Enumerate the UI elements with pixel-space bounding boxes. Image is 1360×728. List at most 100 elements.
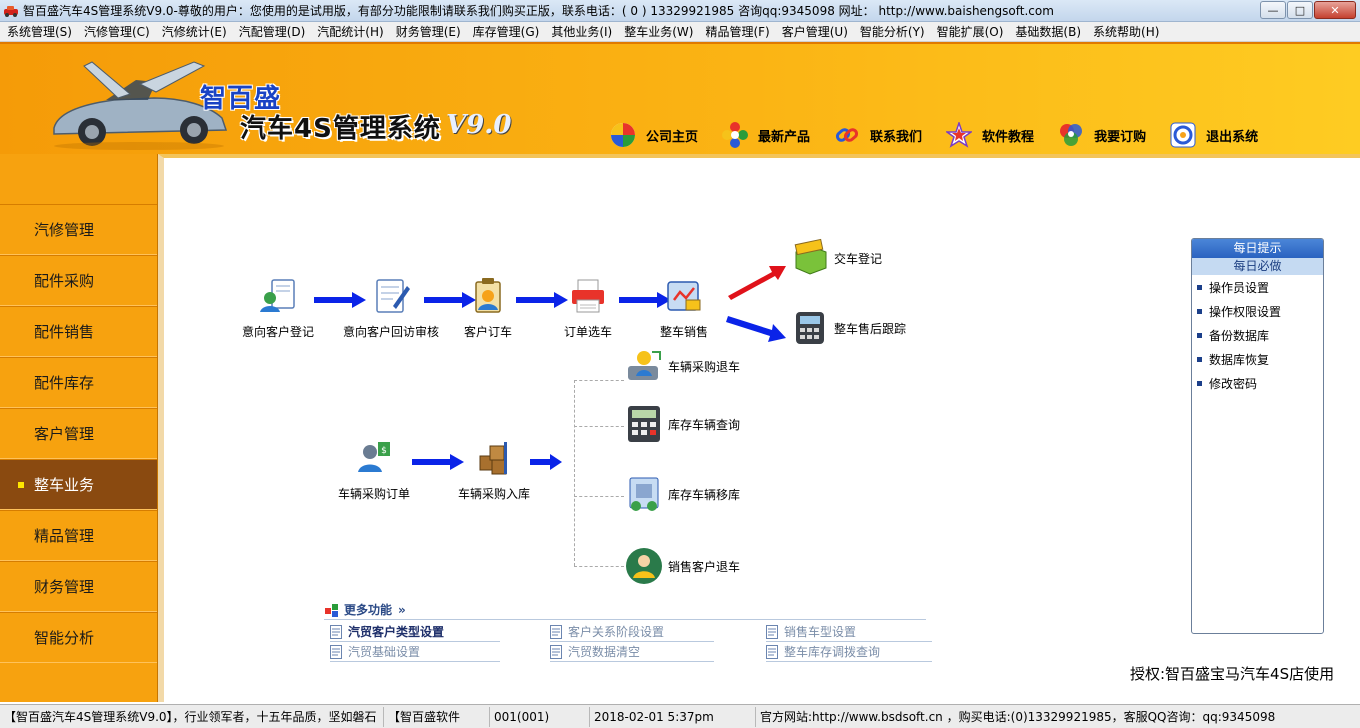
sidebar-item-parts-inventory[interactable]: 配件库存 — [0, 357, 157, 408]
sidebar-item-customer[interactable]: 客户管理 — [0, 408, 157, 459]
workflow-order-select-car[interactable]: 订单选车 — [558, 276, 618, 340]
menu-help[interactable]: 系统帮助(H) — [1086, 23, 1164, 40]
more-functions-header[interactable]: 更多功能 » — [324, 600, 926, 620]
flow-arrow-6 — [530, 454, 562, 470]
menu-finance[interactable]: 财务管理(E) — [389, 23, 466, 40]
tip-backup-database[interactable]: 备份数据库 — [1192, 323, 1323, 347]
status-bar: 【智百盛汽车4S管理系统V9.0】，行业领军者，十五年品质，坚如磐石 【智百盛软… — [0, 704, 1360, 728]
tip-permission-settings[interactable]: 操作权限设置 — [1192, 299, 1323, 323]
workflow-intent-customer-register[interactable]: 意向客户登记 — [238, 276, 318, 340]
workflow-vehicle-purchase-stockin[interactable]: 车辆采购入库 — [450, 438, 538, 502]
flower-icon — [722, 122, 749, 148]
license-text: 授权:智百盛宝马汽车4S店使用 — [1130, 665, 1335, 683]
nav-company-home[interactable]: 公司主页 — [610, 122, 698, 148]
svg-text:$: $ — [381, 446, 387, 456]
workflow-vehicle-purchase-order[interactable]: $ 车辆采购订单 — [332, 438, 416, 502]
daily-tasks-subheader: 每日必做 — [1192, 258, 1323, 275]
sidebar-item-boutique[interactable]: 精品管理 — [0, 510, 157, 561]
purchase-return-icon — [628, 351, 661, 380]
status-datetime: 2018-02-01 5:37pm — [590, 706, 756, 727]
more-link-stock-transfer-query[interactable]: 整车库存调拨查询 — [766, 642, 932, 662]
close-button[interactable]: ✕ — [1314, 1, 1356, 19]
tip-change-password[interactable]: 修改密码 — [1192, 371, 1323, 395]
sidebar-item-finance[interactable]: 财务管理 — [0, 561, 157, 612]
sidebar-item-repair[interactable]: 汽修管理 — [0, 204, 157, 255]
workflow-stock-query[interactable]: 库存车辆查询 — [624, 404, 740, 444]
more-functions-icon — [325, 603, 338, 617]
document-icon — [550, 644, 562, 659]
status-contact: 官方网站:http://www.bsdsoft.cn ，购买电话:(0)1332… — [760, 709, 1276, 724]
workflow-purchase-return[interactable]: 车辆采购退车 — [624, 346, 740, 386]
menu-system[interactable]: 系统管理(S) — [0, 23, 77, 40]
more-link-customer-type[interactable]: 汽贸客户类型设置 — [330, 622, 500, 642]
window-title: 智百盛汽车4S管理系统V9.0-尊敬的用户：您使用的是试用版，有部分功能限制请联… — [23, 4, 1054, 18]
sidebar-item-parts-purchase[interactable]: 配件采购 — [0, 255, 157, 306]
status-user: 001(001) — [490, 706, 590, 727]
product-version: V9.0 — [446, 110, 512, 140]
sidebar-item-vehicle[interactable]: 整车业务 — [0, 459, 157, 510]
flow-arrow-to-delivery — [728, 266, 786, 300]
menu-analysis[interactable]: 智能分析(Y) — [853, 23, 930, 40]
more-link-basic-settings[interactable]: 汽贸基础设置 — [330, 642, 500, 662]
workflow-customer-order[interactable]: 客户订车 — [458, 276, 518, 340]
workflow-vehicle-sales[interactable]: 整车销售 — [654, 276, 714, 340]
bullet-icon — [1197, 308, 1202, 314]
more-link-data-clear[interactable]: 汽贸数据清空 — [550, 642, 714, 662]
menu-boutique[interactable]: 精品管理(F) — [698, 23, 774, 40]
document-icon — [330, 644, 342, 659]
calculator-icon — [628, 406, 660, 442]
nav-latest-products[interactable]: 最新产品 — [722, 122, 810, 148]
workflow-delivery-register[interactable]: 交车登记 — [790, 238, 882, 278]
menu-vehicle[interactable]: 整车业务(W) — [617, 23, 698, 40]
purchase-order-icon: $ — [358, 442, 390, 472]
tree-connector-4 — [574, 566, 624, 567]
workflow-stock-transfer[interactable]: 库存车辆移库 — [624, 474, 740, 514]
document-icon — [766, 644, 778, 659]
menu-basic-data[interactable]: 基础数据(B) — [1008, 23, 1086, 40]
nav-tutorial[interactable]: 软件教程 — [946, 122, 1034, 148]
tree-connector-vertical — [574, 380, 575, 566]
main-workspace: 意向客户登记 意向客户回访审核 客户订车 订单选车 整车销售 交车登记 整车售后… — [158, 154, 1360, 702]
pinwheel-icon — [611, 123, 635, 147]
menu-repair-stats[interactable]: 汽修统计(E) — [155, 23, 232, 40]
active-bullet-icon — [18, 482, 24, 488]
menu-customer[interactable]: 客户管理(U) — [775, 23, 853, 40]
workflow-aftersale-tracking[interactable]: 整车售后跟踪 — [790, 308, 906, 348]
menu-extension[interactable]: 智能扩展(O) — [930, 23, 1009, 40]
nav-contact-us[interactable]: 联系我们 — [834, 122, 922, 148]
tip-restore-database[interactable]: 数据库恢复 — [1192, 347, 1323, 371]
menu-parts[interactable]: 汽配管理(D) — [232, 23, 311, 40]
menu-repair[interactable]: 汽修管理(C) — [77, 23, 155, 40]
order-icon — [1060, 124, 1083, 146]
customer-register-icon — [260, 279, 295, 312]
tree-connector-3 — [574, 496, 624, 497]
workflow-sales-customer-return[interactable]: 销售客户退车 — [624, 546, 740, 586]
header-banner: 智百盛 汽车4S管理系统 V9.0 公司主页 最新产品 联系我们 软件教程 我要… — [0, 42, 1360, 154]
star-icon — [946, 122, 973, 148]
more-link-sales-model[interactable]: 销售车型设置 — [766, 622, 932, 642]
top-nav: 公司主页 最新产品 联系我们 软件教程 我要订购 退出系统 — [610, 122, 1282, 148]
document-icon — [766, 624, 778, 639]
menu-inventory[interactable]: 库存管理(G) — [466, 23, 545, 40]
revisit-audit-icon — [376, 279, 410, 313]
vehicle-sales-icon — [667, 281, 701, 311]
workflow-intent-revisit-audit[interactable]: 意向客户回访审核 — [336, 276, 446, 340]
menu-parts-stats[interactable]: 汽配统计(H) — [310, 23, 388, 40]
maximize-button[interactable]: □ — [1287, 1, 1313, 19]
chevron-right-icon: » — [398, 602, 406, 617]
nav-exit[interactable]: 退出系统 — [1170, 122, 1258, 148]
tip-operator-settings[interactable]: 操作员设置 — [1192, 275, 1323, 299]
sidebar-item-parts-sales[interactable]: 配件销售 — [0, 306, 157, 357]
daily-tips-panel: 每日提示 每日必做 操作员设置 操作权限设置 备份数据库 数据库恢复 修改密码 — [1191, 238, 1324, 634]
delivery-box-icon — [794, 238, 827, 275]
customer-order-icon — [475, 278, 501, 313]
nav-order[interactable]: 我要订购 — [1058, 122, 1146, 148]
menu-other[interactable]: 其他业务(I) — [544, 23, 617, 40]
status-slogan: 【智百盛汽车4S管理系统V9.0】，行业领军者，十五年品质，坚如磐石 — [0, 706, 384, 727]
sidebar-item-analysis[interactable]: 智能分析 — [0, 612, 157, 663]
minimize-button[interactable]: — — [1260, 1, 1286, 19]
more-link-relation-stage[interactable]: 客户关系阶段设置 — [550, 622, 714, 642]
app-window: 智百盛汽车4S管理系统V9.0-尊敬的用户：您使用的是试用版，有部分功能限制请联… — [0, 0, 1360, 728]
customer-return-icon — [626, 548, 662, 584]
daily-tips-header: 每日提示 — [1192, 239, 1323, 258]
